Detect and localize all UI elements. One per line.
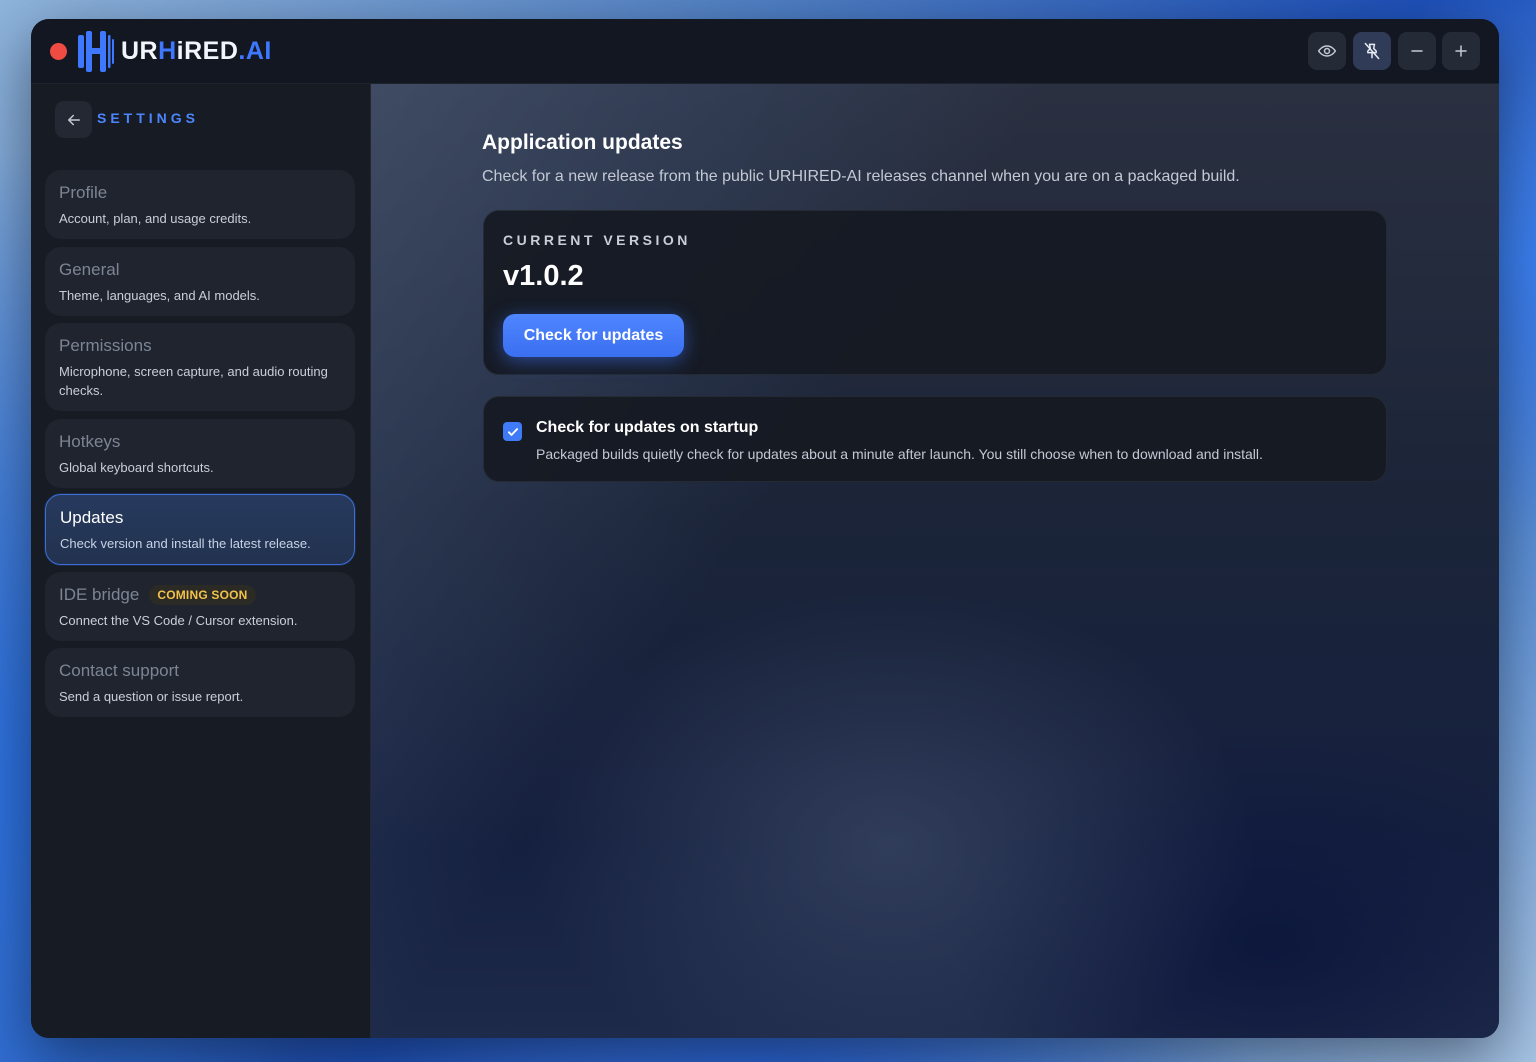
title-bar: URHiRED.AI [31,19,1499,84]
sidebar-item-general[interactable]: General Theme, languages, and AI models. [45,247,355,316]
sidebar-item-desc: Send a question or issue report. [59,689,244,704]
sidebar-item-title-row: IDE bridge COMING SOON [59,585,341,605]
startup-check-desc: Packaged builds quietly check for update… [536,446,1263,462]
current-version-value: v1.0.2 [503,260,584,292]
logo-h: H [158,37,177,65]
sidebar-item-desc: Global keyboard shortcuts. [59,460,214,475]
sidebar-item-desc: Check version and install the latest rel… [60,536,311,551]
minus-icon [1411,50,1423,52]
expand-button[interactable] [1442,32,1480,70]
page-title: Application updates [482,131,683,154]
startup-check-checkbox[interactable] [503,422,522,441]
sidebar-item-desc: Account, plan, and usage credits. [59,211,252,226]
close-window-button[interactable] [50,43,67,60]
eye-icon [1317,45,1337,57]
check-for-updates-button[interactable]: Check for updates [503,314,684,357]
sidebar-item-title: IDE bridge [59,585,140,604]
checkmark-icon [507,427,518,436]
pin-off-icon [1364,42,1380,60]
sidebar-item-title: Permissions [59,336,152,355]
sidebar-item-permissions[interactable]: Permissions Microphone, screen capture, … [45,323,355,411]
startup-check-title[interactable]: Check for updates on startup [536,419,758,437]
sidebar-item-title: Hotkeys [59,432,121,451]
logo-icon [78,31,114,72]
sidebar-item-title: General [59,260,120,279]
sidebar-item-title: Contact support [59,661,180,680]
logo-suffix: .AI [238,37,272,65]
minimize-button[interactable] [1398,32,1436,70]
logo-middle: iRED [176,37,239,65]
app-logo-text: URHiRED.AI [121,37,272,66]
app-window: URHiRED.AI SETTINGS Profile Account, pla… [31,19,1499,1038]
sidebar-item-desc: Theme, languages, and AI models. [59,288,260,303]
back-button[interactable] [55,101,92,138]
sidebar-item-ide-bridge[interactable]: IDE bridge COMING SOON Connect the VS Co… [45,572,355,641]
toggle-visibility-button[interactable] [1308,32,1346,70]
sidebar-item-title: Profile [59,183,108,202]
sidebar-item-hotkeys[interactable]: Hotkeys Global keyboard shortcuts. [45,419,355,488]
coming-soon-badge: COMING SOON [149,585,256,605]
sidebar-item-title: Updates [60,508,124,527]
startup-check-card: Check for updates on startup Packaged bu… [483,396,1387,482]
plus-icon [1455,45,1467,57]
page-subtitle: Check for a new release from the public … [482,168,1240,185]
current-version-label: CURRENT VERSION [503,232,691,248]
sidebar-item-contact-support[interactable]: Contact support Send a question or issue… [45,648,355,717]
logo-prefix: UR [121,37,159,65]
unpin-button[interactable] [1353,32,1391,70]
sidebar-item-desc: Microphone, screen capture, and audio ro… [59,364,328,398]
sidebar-item-updates[interactable]: Updates Check version and install the la… [45,494,355,565]
sidebar-item-profile[interactable]: Profile Account, plan, and usage credits… [45,170,355,239]
sidebar-item-desc: Connect the VS Code / Cursor extension. [59,613,298,628]
arrow-left-icon [67,114,80,125]
settings-sidebar: SETTINGS Profile Account, plan, and usag… [31,84,371,1038]
updates-panel: Application updates Check for a new rele… [371,84,1499,1038]
sidebar-heading: SETTINGS [97,110,200,126]
current-version-card: CURRENT VERSION v1.0.2 Check for updates [483,210,1387,375]
